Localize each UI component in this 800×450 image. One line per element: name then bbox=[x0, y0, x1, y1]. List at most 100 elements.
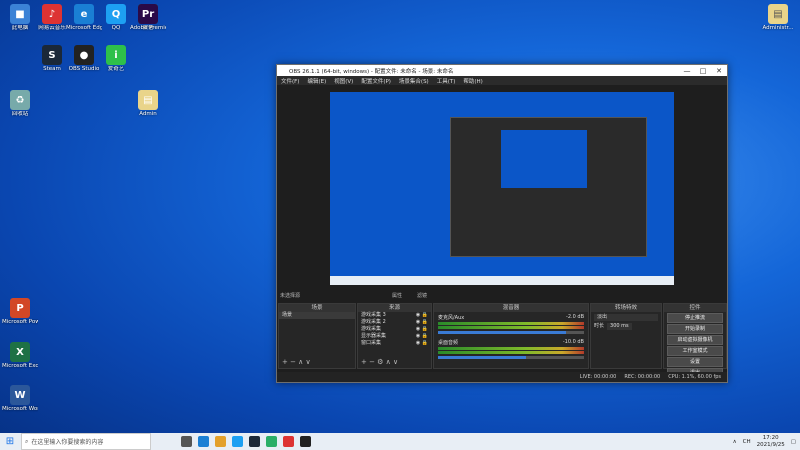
desktop-icon-label: QQ bbox=[111, 25, 121, 31]
desktop-icon[interactable]: eMicrosoft Edge bbox=[66, 4, 102, 32]
tray-chevron-icon[interactable]: ∧ bbox=[733, 439, 737, 445]
desktop-icon-label: 爱奇艺 bbox=[107, 66, 125, 72]
source-item[interactable]: 游戏采集 ◉ 🔒 bbox=[358, 326, 431, 333]
desktop-icon-label: Microsoft Edge bbox=[66, 25, 102, 31]
desktop-icon[interactable]: XMicrosoft Excel bbox=[2, 342, 38, 370]
desktop-icon[interactable]: ■ 此电脑 bbox=[2, 4, 38, 32]
app-icon: Pr bbox=[138, 4, 158, 24]
source-controls[interactable]: + − ⚙ ∧ ∨ bbox=[361, 358, 398, 366]
menu-scene-collection[interactable]: 场景集合(S) bbox=[395, 77, 433, 85]
filters-button[interactable]: 滤镜 bbox=[417, 292, 427, 299]
desktop-icon[interactable]: ● OBS Studio bbox=[66, 45, 102, 73]
visibility-lock-icon[interactable]: ◉ 🔒 bbox=[416, 340, 431, 347]
volume-meter bbox=[438, 351, 584, 354]
desktop-icon[interactable]: PMicrosoft PowerPoint bbox=[2, 298, 38, 326]
duration-input[interactable]: 300 ms bbox=[607, 323, 632, 330]
desktop-icon[interactable]: i 爱奇艺 bbox=[98, 45, 134, 73]
scenes-title: 场景 bbox=[279, 304, 355, 312]
app-icon: ♪ bbox=[42, 4, 62, 24]
source-label: 显示器采集 bbox=[361, 333, 387, 339]
source-item[interactable]: 游戏采集 2 ◉ 🔒 bbox=[358, 319, 431, 326]
obs-preview[interactable] bbox=[330, 92, 674, 285]
mixer-channel: 桌面音频 -10.0 dB bbox=[434, 336, 588, 359]
start-recording-button[interactable]: 开始录制 bbox=[667, 324, 723, 334]
nested-obs-preview bbox=[450, 117, 647, 257]
visibility-lock-icon[interactable]: ◉ 🔒 bbox=[416, 312, 431, 319]
obs-titlebar[interactable]: OBS 26.1.1 (64-bit, windows) - 配置文件: 未命名… bbox=[277, 65, 727, 76]
menu-view[interactable]: 视图(V) bbox=[330, 77, 357, 85]
app-icon: X bbox=[10, 342, 30, 362]
studio-mode-button[interactable]: 工作室模式 bbox=[667, 346, 723, 356]
obs-menubar: 文件(F) 编辑(E) 视图(V) 配置文件(P) 场景集合(S) 工具(T) … bbox=[277, 76, 727, 85]
controls-dock: 控件 停止推流 开始录制 启动虚拟摄像机 工作室模式 设置 退出 bbox=[663, 303, 727, 378]
desktop-icon-label: 此电脑 bbox=[11, 25, 29, 31]
app-icon: i bbox=[106, 45, 126, 65]
source-item[interactable]: 显示器采集 ◉ 🔒 bbox=[358, 333, 431, 340]
source-item[interactable]: 窗口采集 ◉ 🔒 bbox=[358, 340, 431, 347]
desktop-icon[interactable]: ▤ Admin bbox=[130, 90, 166, 118]
settings-button[interactable]: 设置 bbox=[667, 357, 723, 367]
app-icon: ● bbox=[74, 45, 94, 65]
desktop-icon[interactable]: ♪ 网易云音乐 bbox=[34, 4, 70, 32]
mixer-dock: 混音器 麦克风/Aux -2.0 dB 桌面音频 -10.0 dB bbox=[433, 303, 589, 369]
menu-file[interactable]: 文件(F) bbox=[277, 77, 303, 85]
desktop-icon-label: Microsoft PowerPoint bbox=[2, 319, 38, 325]
source-label: 窗口采集 bbox=[361, 340, 382, 346]
properties-button[interactable]: 属性 bbox=[392, 292, 402, 299]
scene-item[interactable]: 场景 bbox=[279, 312, 355, 319]
app-icon: ■ bbox=[10, 4, 30, 24]
obs-window[interactable]: OBS 26.1.1 (64-bit, windows) - 配置文件: 未命名… bbox=[276, 64, 728, 383]
preview-taskbar bbox=[330, 276, 674, 285]
volume-slider[interactable] bbox=[438, 331, 584, 334]
desktop-icon-label: Microsoft Word bbox=[2, 406, 38, 412]
desktop-icon[interactable]: PrAdobe Premiere bbox=[130, 4, 166, 32]
netease-music-icon[interactable] bbox=[283, 436, 294, 447]
clock[interactable]: 17:20 2021/9/25 bbox=[757, 435, 785, 449]
wechat-icon[interactable] bbox=[266, 436, 277, 447]
transition-select[interactable]: 淡出 bbox=[594, 314, 658, 321]
language-indicator[interactable]: CH bbox=[743, 439, 751, 445]
source-toolbar: 未选择源 属性 滤镜 bbox=[277, 292, 727, 302]
rec-status: REC: 00:00:00 bbox=[624, 374, 661, 380]
maximize-icon[interactable]: □ bbox=[695, 67, 711, 75]
minimize-icon[interactable]: — bbox=[679, 67, 695, 75]
desktop-icon[interactable]: WMicrosoft Word bbox=[2, 385, 38, 413]
app-icon: Q bbox=[106, 4, 126, 24]
windows-start-icon[interactable]: ⊞ bbox=[0, 436, 20, 447]
source-label: 游戏采集 2 bbox=[361, 319, 386, 325]
desktop-icon-label: Microsoft Excel bbox=[2, 363, 38, 369]
qq-icon[interactable] bbox=[232, 436, 243, 447]
desktop-icon[interactable]: S Steam bbox=[34, 45, 70, 73]
menu-edit[interactable]: 编辑(E) bbox=[303, 77, 330, 85]
volume-slider[interactable] bbox=[438, 356, 584, 359]
steam-icon[interactable] bbox=[249, 436, 260, 447]
visibility-lock-icon[interactable]: ◉ 🔒 bbox=[416, 326, 431, 333]
edge-icon[interactable] bbox=[198, 436, 209, 447]
menu-help[interactable]: 帮助(H) bbox=[459, 77, 486, 85]
menu-profile[interactable]: 配置文件(P) bbox=[357, 77, 395, 85]
app-icon: ▤ bbox=[138, 90, 158, 110]
taskbar-search[interactable]: ⌕ 在这里输入你要搜索的内容 bbox=[21, 433, 151, 450]
search-icon: ⌕ bbox=[25, 437, 29, 445]
obs-icon[interactable] bbox=[300, 436, 311, 447]
desktop-icon[interactable]: Q QQ bbox=[98, 4, 134, 32]
transitions-dock: 转场特效 淡出 时长 300 ms bbox=[590, 303, 662, 369]
visibility-lock-icon[interactable]: ◉ 🔒 bbox=[416, 333, 431, 340]
scene-controls[interactable]: + − ∧ ∨ bbox=[282, 358, 311, 366]
desktop-icon-admin[interactable]: ▤ Administr... bbox=[760, 4, 796, 32]
menu-tools[interactable]: 工具(T) bbox=[433, 77, 460, 85]
close-icon[interactable]: ✕ bbox=[711, 67, 727, 75]
source-item[interactable]: 游戏采集 3 ◉ 🔒 bbox=[358, 312, 431, 319]
notification-icon[interactable]: ▢ bbox=[791, 439, 796, 445]
channel-name: 桌面音频 bbox=[438, 340, 459, 346]
desktop-icon[interactable]: ♻ 回收站 bbox=[2, 90, 38, 118]
desktop-icon-label: Admin bbox=[139, 111, 157, 117]
visibility-lock-icon[interactable]: ◉ 🔒 bbox=[416, 319, 431, 326]
sources-dock: 来源 游戏采集 3 ◉ 🔒 游戏采集 2 ◉ 🔒 游戏采集 ◉ 🔒 显示器采集 ◉ 🔒 窗口采集… bbox=[357, 303, 432, 369]
file-explorer-icon[interactable] bbox=[215, 436, 226, 447]
stop-streaming-button[interactable]: 停止推流 bbox=[667, 313, 723, 323]
start-virtual-camera-button[interactable]: 启动虚拟摄像机 bbox=[667, 335, 723, 345]
task-view-icon[interactable] bbox=[181, 436, 192, 447]
obs-statusbar: LIVE: 00:00:00 REC: 00:00:00 CPU: 1.1%, … bbox=[277, 372, 727, 382]
channel-name: 麦克风/Aux bbox=[438, 315, 465, 321]
